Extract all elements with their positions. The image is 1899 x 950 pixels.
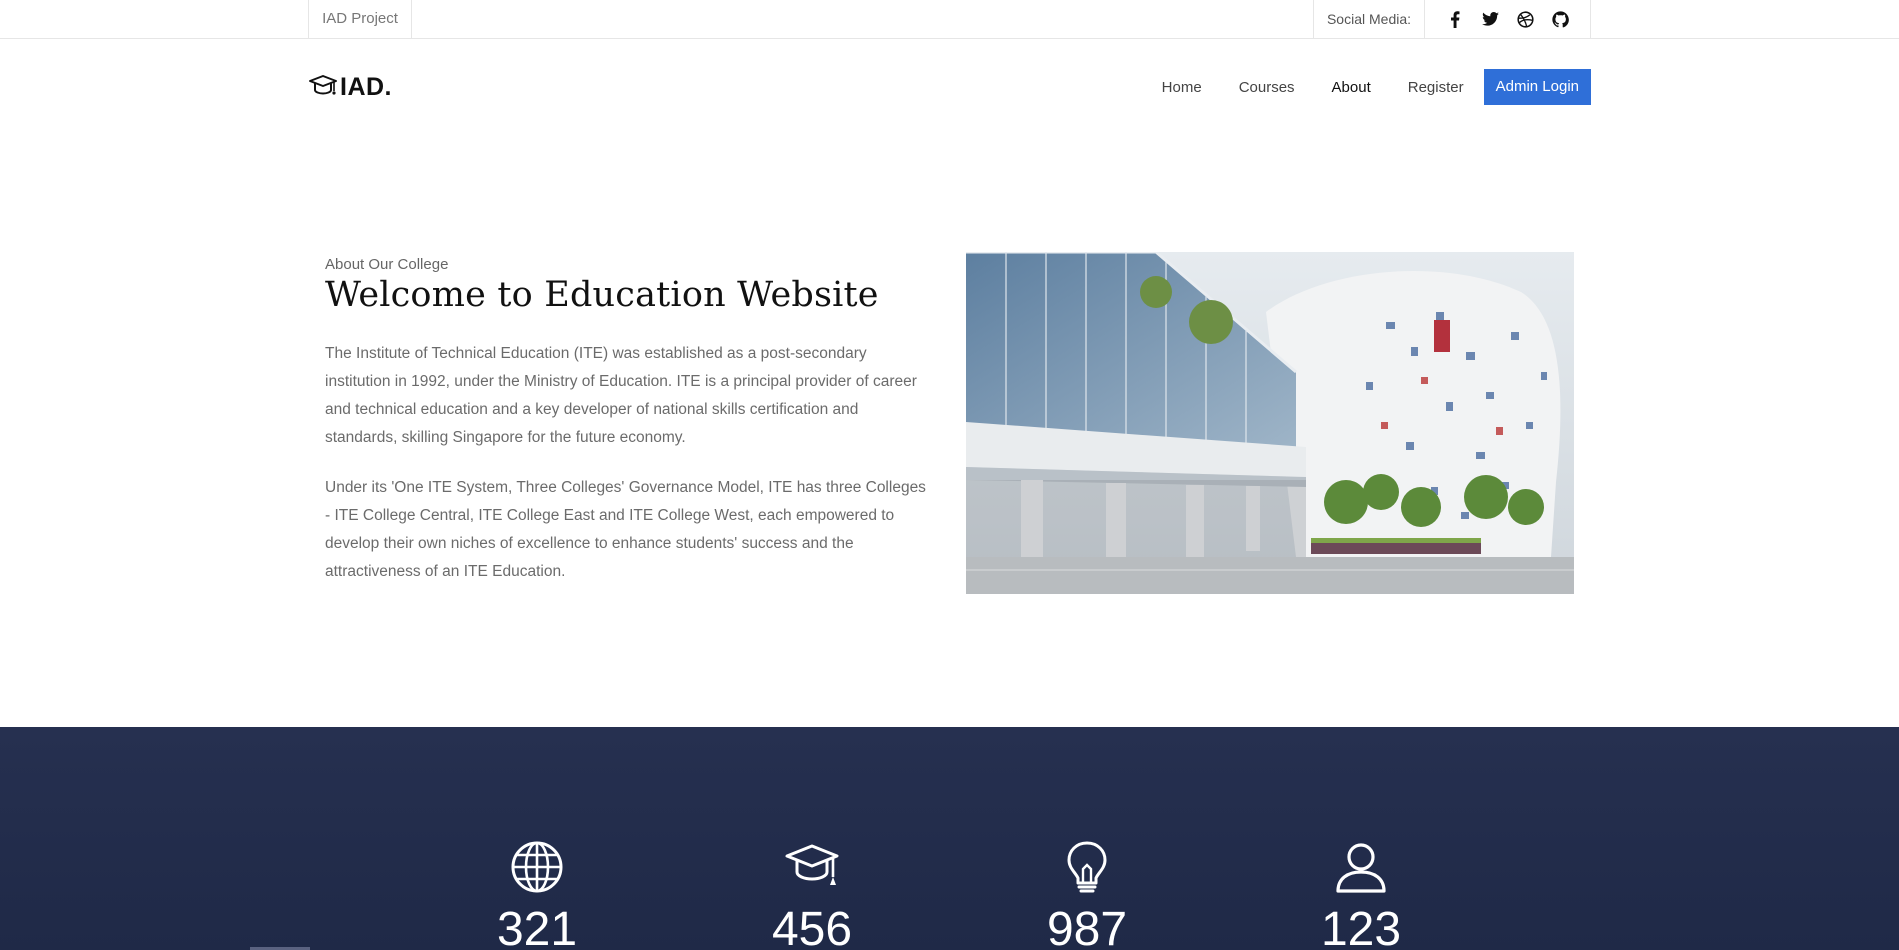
- stat-item: 987: [1027, 839, 1147, 950]
- twitter-icon[interactable]: [1481, 10, 1500, 29]
- stat-value: 123: [1320, 903, 1402, 950]
- graduation-cap-icon: [785, 844, 839, 885]
- facebook-icon[interactable]: [1446, 10, 1465, 29]
- nav-about[interactable]: About: [1332, 79, 1371, 96]
- stat-item: 456: [752, 839, 872, 950]
- stat-item: 321: [477, 839, 597, 950]
- stat-value: 456: [771, 903, 853, 950]
- github-icon[interactable]: [1551, 10, 1570, 29]
- about-paragraph-1: The Institute of Technical Education (IT…: [325, 345, 917, 446]
- stat-value: 987: [1046, 903, 1128, 950]
- nav-home[interactable]: Home: [1162, 79, 1202, 96]
- about-paragraph-2: Under its 'One ITE System, Three College…: [325, 479, 926, 580]
- stat-item: 123: [1301, 839, 1421, 950]
- graduation-cap-icon: [309, 75, 337, 95]
- about-title: Welcome to Education Website: [325, 275, 879, 315]
- lightbulb-icon: [1067, 841, 1107, 893]
- site-logo[interactable]: IAD.: [308, 72, 392, 102]
- top-bar: IAD Project Social Media:: [0, 0, 1899, 39]
- logo-text: IAD.: [340, 72, 392, 101]
- social-media-label: Social Media:: [1313, 0, 1425, 38]
- user-icon: [1336, 843, 1386, 893]
- nav-register[interactable]: Register: [1408, 79, 1464, 96]
- stats-section: 321 456 987 123: [0, 727, 1899, 950]
- nav-courses[interactable]: Courses: [1239, 79, 1295, 96]
- globe-icon: [511, 841, 563, 893]
- about-subtitle: About Our College: [325, 256, 449, 273]
- stat-value: 321: [496, 903, 578, 950]
- dribbble-icon[interactable]: [1516, 10, 1535, 29]
- college-photo: [966, 252, 1574, 594]
- main-nav: Home Courses About Register Admin Login: [1125, 69, 1591, 105]
- project-label: IAD Project: [308, 0, 412, 38]
- social-icons: [1425, 0, 1591, 38]
- admin-login-button[interactable]: Admin Login: [1483, 69, 1591, 105]
